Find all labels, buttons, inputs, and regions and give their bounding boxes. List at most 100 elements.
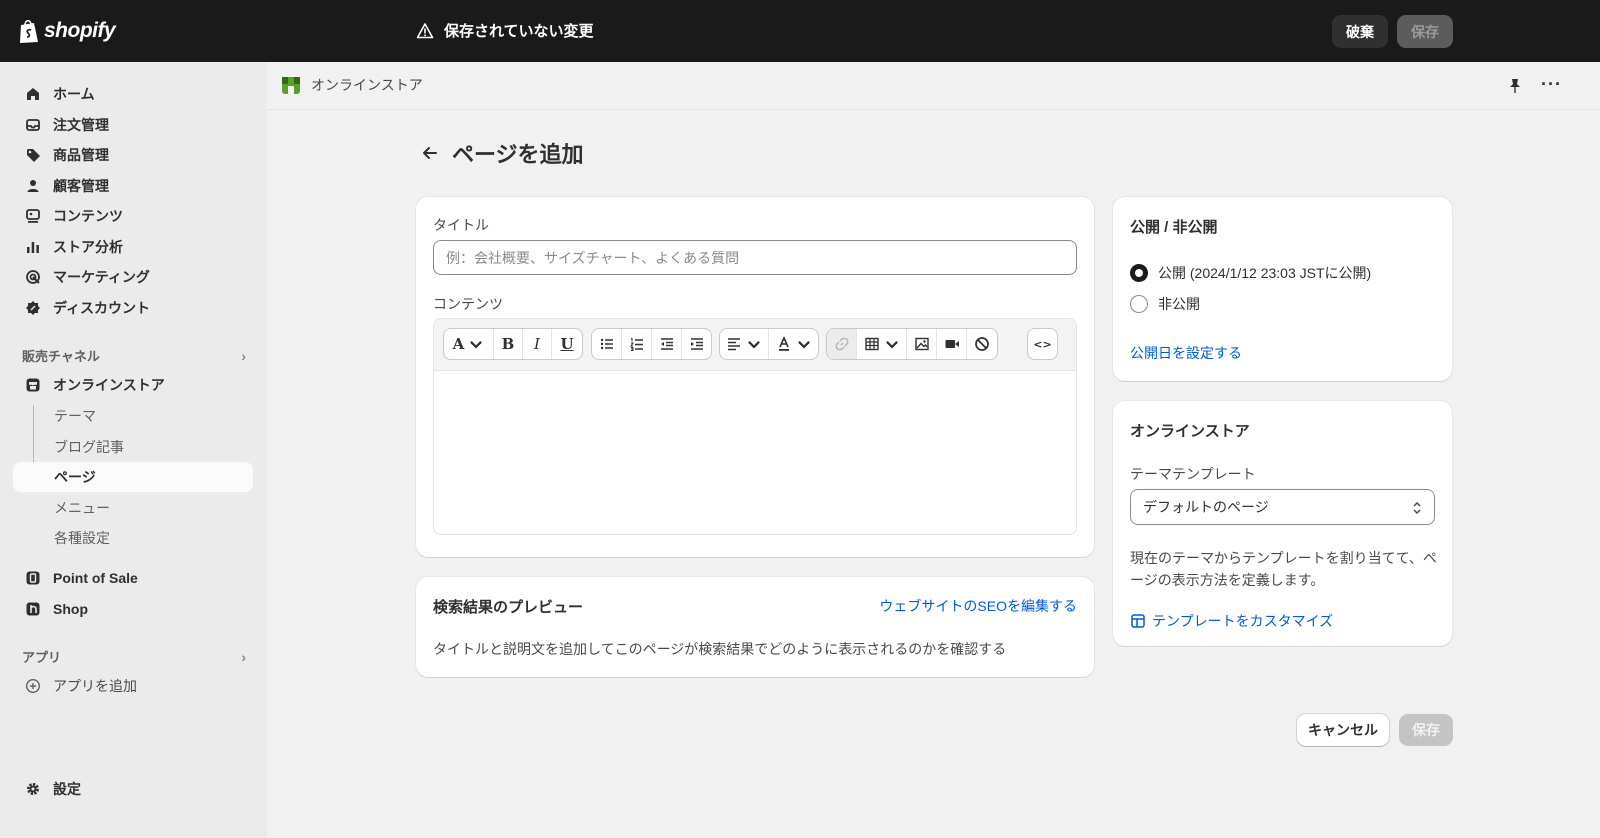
sidebar-item-analytics[interactable]: ストア分析 [13, 232, 253, 262]
chevron-right-icon: › [241, 347, 246, 364]
sidebar-item-label: ストア分析 [53, 239, 123, 255]
visibility-title: 公開 / 非公開 [1130, 219, 1218, 236]
save-button-bottom[interactable]: 保存 [1399, 714, 1453, 746]
chevron-down-icon [470, 341, 483, 349]
customize-template-label: テンプレートをカスタマイズ [1152, 613, 1334, 629]
sidebar-item-online-store[interactable]: オンラインストア [13, 370, 253, 400]
customize-template-link[interactable]: テンプレートをカスタマイズ [1130, 611, 1333, 631]
person-icon [27, 180, 39, 192]
breadcrumb[interactable]: オンラインストア [281, 75, 423, 95]
link-button[interactable] [827, 329, 857, 359]
italic-button[interactable]: I [523, 329, 552, 359]
theme-template-label: テーマテンプレート [1130, 466, 1256, 482]
text-style-dropdown[interactable]: A [444, 329, 494, 359]
radio-selected[interactable] [1130, 264, 1148, 282]
font-style-icon: A [452, 335, 465, 353]
sidebar-item-settings[interactable]: 設定 [13, 774, 253, 804]
top-bar: shopify 保存されていない変更 破棄 保存 [0, 0, 1600, 62]
sidebar-item-label: 顧客管理 [53, 178, 109, 194]
sidebar-item-label: マーケティング [53, 269, 150, 285]
page-header: ページを追加 [420, 137, 584, 169]
sidebar-item-label: アプリを追加 [53, 678, 137, 694]
sidebar-item-discounts[interactable]: ディスカウント [13, 293, 253, 323]
breadcrumb-bar: オンラインストア ··· [267, 62, 1600, 110]
sidebar-item-shop[interactable]: Shop [13, 594, 253, 624]
list-format-group [591, 328, 712, 360]
table-dropdown[interactable] [857, 329, 907, 359]
sidebar-subitem-pages[interactable]: ページ [13, 462, 253, 492]
sales-channels-section[interactable]: 販売チャネル › [22, 346, 246, 365]
bullet-list-button[interactable] [592, 329, 622, 359]
shopify-bag-icon [20, 19, 38, 43]
visibility-option-hidden[interactable]: 非公開 [1130, 294, 1200, 314]
save-button-top[interactable]: 保存 [1397, 15, 1453, 48]
logo-text: shopify [44, 19, 116, 42]
sidebar-item-home[interactable]: ホーム [13, 79, 253, 109]
target-icon [26, 270, 40, 284]
gear-icon [27, 783, 39, 795]
title-input[interactable] [433, 240, 1077, 275]
chevron-down-icon [885, 341, 898, 349]
more-actions-icon[interactable]: ··· [1541, 74, 1562, 95]
sidebar-item-content[interactable]: コンテンツ [13, 201, 253, 231]
align-left-icon [728, 338, 740, 351]
indent-button[interactable] [682, 329, 711, 359]
bold-button[interactable]: B [494, 329, 523, 359]
section-title: 販売チャネル [22, 349, 100, 364]
chevron-down-icon [797, 341, 810, 349]
numbered-list-button[interactable] [622, 329, 652, 359]
sidebar-subitem-themes[interactable]: テーマ [13, 401, 253, 431]
discard-button[interactable]: 破棄 [1332, 15, 1388, 48]
sidebar-subitem-navigation[interactable]: メニュー [13, 493, 253, 523]
bar-chart-icon [27, 242, 39, 253]
template-helper-text: 現在のテーマからテンプレートを割り当てて、ページの表示方法を定義します。 [1130, 550, 1437, 588]
insert-image-button[interactable] [907, 329, 937, 359]
sidebar-item-label: 注文管理 [53, 117, 109, 133]
edit-seo-link[interactable]: ウェブサイトのSEOを編集する [879, 596, 1077, 616]
insert-video-button[interactable] [937, 329, 967, 359]
html-view-button[interactable]: <> [1028, 329, 1057, 359]
clear-formatting-button[interactable] [967, 329, 997, 359]
sidebar-item-marketing[interactable]: マーケティング [13, 262, 253, 292]
sidebar-item-add-app[interactable]: アプリを追加 [13, 671, 253, 701]
content-card: タイトル コンテンツ A B I U [416, 197, 1094, 557]
select-arrows-icon [1413, 501, 1421, 515]
online-store-card: オンラインストア テーマテンプレート デフォルトのページ 現在のテーマからテンプ… [1113, 401, 1452, 646]
outdent-button[interactable] [652, 329, 682, 359]
seo-preview-title: 検索結果のプレビュー [433, 599, 584, 616]
cancel-button[interactable]: キャンセル [1297, 714, 1389, 746]
theme-template-select[interactable]: デフォルトのページ [1130, 489, 1435, 525]
sidebar-item-orders[interactable]: 注文管理 [13, 110, 253, 140]
point-of-sale-icon [26, 571, 40, 585]
underline-icon: U [560, 335, 574, 353]
discount-icon [26, 301, 40, 315]
unsaved-changes-text: 保存されていない変更 [444, 23, 594, 40]
numbered-list-icon [629, 338, 643, 351]
sidebar-item-customers[interactable]: 顧客管理 [13, 171, 253, 201]
section-title: アプリ [22, 650, 62, 665]
warning-icon [416, 22, 434, 38]
editor-content-area[interactable] [434, 371, 1076, 534]
link-icon [835, 337, 848, 351]
video-icon [945, 340, 959, 348]
alignment-dropdown[interactable] [720, 329, 769, 359]
radio-unselected[interactable] [1130, 295, 1148, 313]
title-label: タイトル [433, 217, 489, 233]
sidebar-item-label: オンラインストア [53, 377, 165, 393]
sidebar-item-label: 設定 [53, 781, 81, 797]
text-color-dropdown[interactable] [769, 329, 818, 359]
pin-icon[interactable] [1506, 77, 1524, 95]
underline-button[interactable]: U [552, 329, 582, 359]
back-arrow-icon[interactable] [420, 143, 440, 163]
sidebar-item-point-of-sale[interactable]: Point of Sale [13, 563, 253, 593]
chevron-right-icon: › [241, 648, 246, 665]
set-publish-date-link[interactable]: 公開日を設定する [1130, 343, 1242, 363]
sidebar-item-products[interactable]: 商品管理 [13, 140, 253, 170]
sidebar-subitem-preferences[interactable]: 各種設定 [13, 523, 253, 553]
sidebar-item-label: ホーム [53, 86, 95, 102]
sidebar-item-label: 商品管理 [53, 147, 109, 163]
sidebar-subitem-blog-posts[interactable]: ブログ記事 [13, 432, 253, 462]
visibility-option-public[interactable]: 公開 (2024/1/12 23:03 JSTに公開) [1130, 263, 1371, 283]
shopify-logo[interactable]: shopify [18, 16, 116, 46]
apps-section[interactable]: アプリ › [22, 647, 246, 666]
